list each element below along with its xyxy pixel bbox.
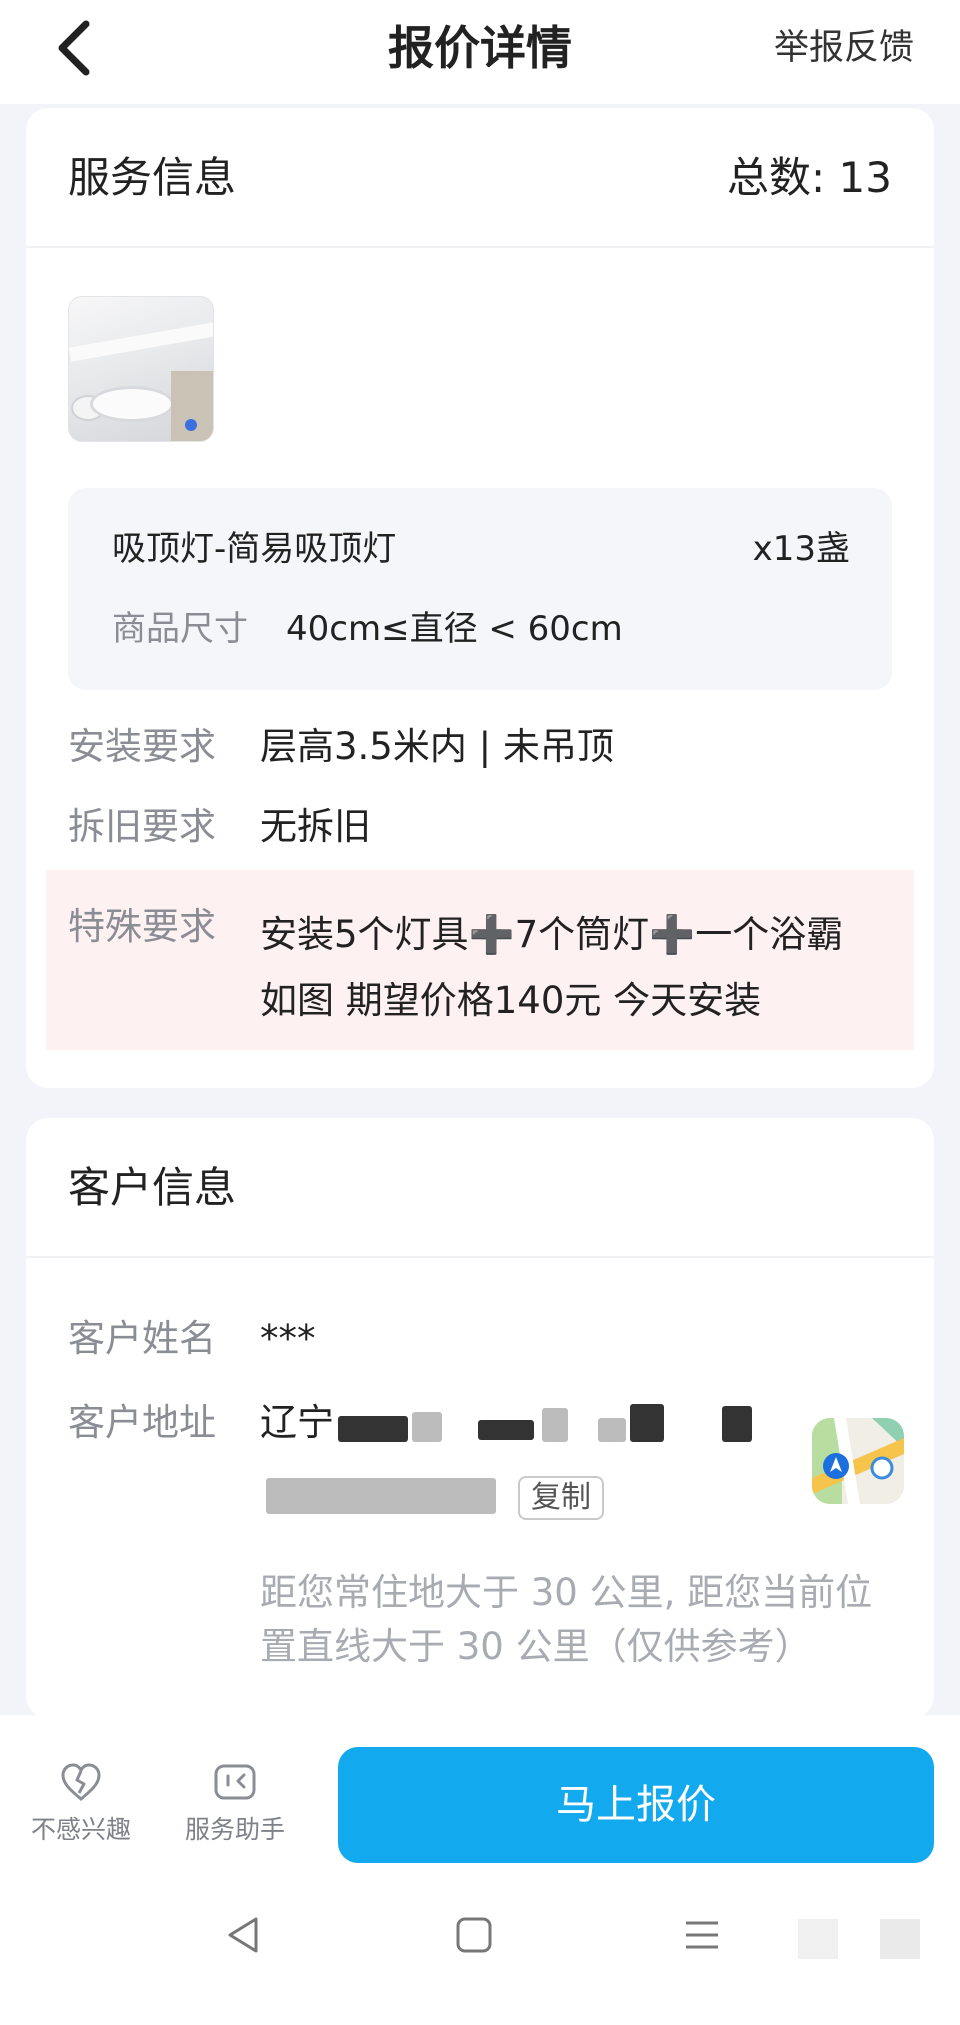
system-navigation-bar xyxy=(0,1865,960,2025)
redacted-text xyxy=(598,1418,626,1442)
chat-assistant-icon xyxy=(214,1764,256,1800)
customer-address-value: 辽宁 xyxy=(260,1398,334,1448)
redacted-corner xyxy=(798,1919,838,1959)
removal-requirement-label: 拆旧要求 xyxy=(68,805,216,848)
removal-requirement-value: 无拆旧 xyxy=(260,805,371,848)
redacted-text xyxy=(478,1420,534,1440)
redacted-text xyxy=(266,1478,496,1514)
not-interested-label: 不感兴趣 xyxy=(30,1815,131,1844)
customer-info-card: 客户信息 客户姓名 *** 客户地址 辽宁 复制 距您常住地大于 30 公里, … xyxy=(26,1118,934,1718)
product-quantity: x13盏 xyxy=(752,529,850,569)
map-icon[interactable] xyxy=(812,1418,904,1504)
bottom-action-bar: 不感兴趣 服务助手 马上报价 xyxy=(0,1715,960,1865)
address-visible-start: 辽宁 xyxy=(260,1401,334,1444)
copy-address-button[interactable]: 复制 xyxy=(518,1476,604,1520)
customer-name-label: 客户姓名 xyxy=(68,1317,216,1360)
redacted-text xyxy=(412,1412,442,1442)
product-size-value: 40cm≤直径 < 60cm xyxy=(286,609,623,649)
service-assistant-button[interactable]: 服务助手 xyxy=(170,1761,300,1847)
distance-note: 距您常住地大于 30 公里, 距您当前位置直线大于 30 公里（仅供参考） xyxy=(260,1571,873,1668)
customer-name-value: *** xyxy=(260,1317,316,1360)
service-info-header: 服务信息 总数: 13 xyxy=(26,108,934,248)
customer-info-title: 客户信息 xyxy=(68,1163,237,1212)
install-requirement-label: 安装要求 xyxy=(68,725,216,768)
quote-now-button[interactable]: 马上报价 xyxy=(338,1747,934,1863)
product-summary: 吸顶灯-简易吸顶灯 x13盏 商品尺寸 40cm≤直径 < 60cm xyxy=(68,488,892,690)
service-assistant-label: 服务助手 xyxy=(184,1815,285,1844)
special-requirement-value: 安装5个灯具➕7个筒灯➕一个浴霸如图 期望价格140元 今天安装 xyxy=(260,913,844,1022)
customer-address-label: 客户地址 xyxy=(68,1401,216,1444)
install-requirement-value: 层高3.5米内 | 未吊顶 xyxy=(260,725,614,768)
redacted-text xyxy=(542,1408,568,1442)
product-size-label: 商品尺寸 xyxy=(112,609,248,649)
broken-heart-icon xyxy=(61,1763,101,1801)
customer-info-header: 客户信息 xyxy=(26,1118,934,1258)
redacted-corner xyxy=(880,1919,920,1959)
not-interested-button[interactable]: 不感兴趣 xyxy=(16,1761,146,1847)
redacted-text xyxy=(630,1404,664,1442)
nav-home-icon[interactable] xyxy=(444,1905,504,1965)
special-requirement-label: 特殊要求 xyxy=(68,905,216,948)
report-feedback-link[interactable]: 举报反馈 xyxy=(774,24,914,72)
product-photo-thumbnail[interactable] xyxy=(68,296,214,442)
service-info-title: 服务信息 xyxy=(68,153,237,202)
redacted-text xyxy=(338,1416,408,1442)
top-bar: 报价详情 举报反馈 xyxy=(0,0,960,104)
total-count: 总数: 13 xyxy=(727,153,892,202)
product-name: 吸顶灯-简易吸顶灯 xyxy=(112,529,397,569)
redacted-text xyxy=(722,1406,752,1442)
service-info-card: 服务信息 总数: 13 吸顶灯-简易吸顶灯 x13盏 商品尺寸 40cm≤直径 … xyxy=(26,108,934,1088)
nav-back-icon[interactable] xyxy=(216,1905,276,1965)
nav-menu-icon[interactable] xyxy=(672,1905,732,1965)
special-requirement-block: 特殊要求 安装5个灯具➕7个筒灯➕一个浴霸如图 期望价格140元 今天安装 xyxy=(46,870,914,1050)
